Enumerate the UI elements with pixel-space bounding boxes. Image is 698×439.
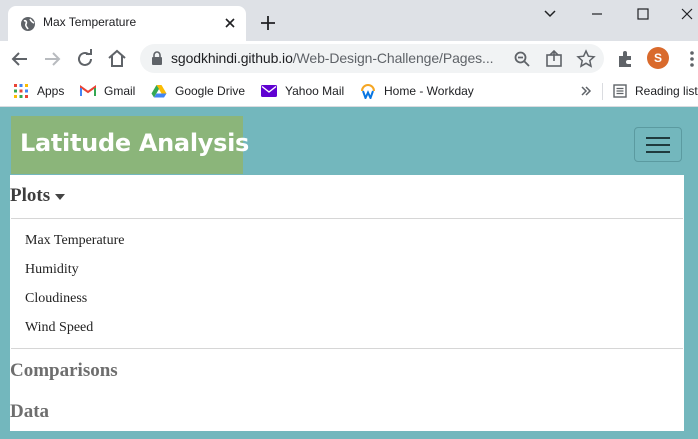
plots-label: Plots — [10, 185, 51, 206]
maximize-icon[interactable] — [632, 3, 654, 25]
nav-link-data[interactable]: Data — [10, 401, 49, 423]
lock-icon[interactable] — [150, 51, 164, 66]
url-text[interactable]: sgodkhindi.github.io/Web-Design-Challeng… — [171, 50, 494, 66]
collapsed-nav-menu: Plots Max Temperature Humidity Cloudines… — [10, 175, 684, 431]
url-host: sgodkhindi.github.io — [171, 50, 293, 66]
bookmark-yahoo-mail[interactable]: Yahoo Mail — [261, 81, 344, 101]
bookmark-label: Gmail — [104, 84, 136, 98]
bookmark-workday[interactable]: Home - Workday — [360, 81, 474, 101]
plots-dropdown-toggle[interactable]: Plots — [10, 184, 66, 208]
globe-icon — [21, 17, 35, 31]
close-window-icon[interactable] — [676, 3, 698, 25]
reload-icon[interactable] — [73, 47, 97, 71]
dropdown-item-max-temperature[interactable]: Max Temperature — [25, 233, 124, 249]
navbar-toggler-button[interactable] — [634, 127, 682, 162]
zoom-icon[interactable] — [512, 49, 532, 69]
hamburger-icon-bar — [646, 137, 670, 139]
bookmarks-bar: Apps Gmail Google Drive Yahoo Mail Home … — [0, 76, 698, 107]
bookmark-gmail[interactable]: Gmail — [80, 81, 135, 101]
nav-link-comparisons[interactable]: Comparisons — [10, 360, 118, 382]
plots-dropdown-menu: Max Temperature Humidity Cloudiness Wind… — [11, 218, 683, 349]
browser-tab[interactable]: Max Temperature — [8, 6, 246, 41]
minimize-icon[interactable] — [586, 3, 608, 25]
navbar-brand[interactable]: Latitude Analysis — [11, 116, 249, 174]
apps-grid-icon — [14, 84, 28, 98]
dropdown-item-cloudiness[interactable]: Cloudiness — [25, 291, 87, 307]
gmail-icon — [80, 85, 96, 96]
bookmark-label: Google Drive — [175, 84, 246, 98]
more-menu-icon[interactable] — [680, 47, 698, 71]
close-tab-icon[interactable] — [220, 13, 240, 33]
bookmarks-divider — [602, 83, 603, 100]
bookmark-google-drive[interactable]: Google Drive — [151, 81, 245, 101]
bookmark-label: Yahoo Mail — [285, 84, 345, 98]
profile-avatar[interactable]: S — [647, 47, 669, 69]
bookmark-apps[interactable]: Apps — [13, 81, 64, 101]
address-bar[interactable]: sgodkhindi.github.io/Web-Design-Challeng… — [140, 44, 604, 73]
forward-arrow-icon[interactable] — [40, 47, 64, 71]
bookmark-label: Apps — [37, 84, 65, 98]
url-path: /Web-Design-Challenge/Pages... — [292, 50, 494, 66]
hamburger-icon-bar — [646, 144, 670, 146]
caret-down-icon — [55, 193, 66, 200]
tab-title: Max Temperature — [43, 15, 137, 29]
dropdown-item-wind-speed[interactable]: Wind Speed — [25, 320, 93, 336]
tab-search-icon[interactable] — [539, 3, 561, 25]
browser-toolbar: sgodkhindi.github.io/Web-Design-Challeng… — [0, 41, 698, 76]
reading-list[interactable]: Reading list — [613, 81, 698, 101]
more-bookmarks-chevron-icon[interactable] — [580, 85, 592, 97]
workday-icon — [361, 84, 375, 99]
extensions-icon[interactable] — [614, 47, 638, 71]
home-icon[interactable] — [105, 47, 129, 71]
reading-list-label: Reading list — [635, 84, 698, 98]
google-drive-icon — [151, 85, 167, 98]
reading-list-icon — [613, 84, 627, 98]
dropdown-item-humidity[interactable]: Humidity — [25, 262, 79, 278]
back-arrow-icon[interactable] — [8, 47, 32, 71]
brand-title: Latitude Analysis — [20, 129, 249, 157]
tab-strip: Max Temperature — [0, 0, 698, 41]
yahoo-mail-icon — [261, 85, 277, 97]
page-content: Latitude Analysis Plots Max Temperature … — [0, 107, 698, 439]
hamburger-icon-bar — [646, 151, 670, 153]
new-tab-icon[interactable] — [258, 13, 278, 33]
share-icon[interactable] — [544, 49, 564, 69]
bookmark-star-icon[interactable] — [576, 49, 596, 69]
bookmark-label: Home - Workday — [384, 84, 474, 98]
